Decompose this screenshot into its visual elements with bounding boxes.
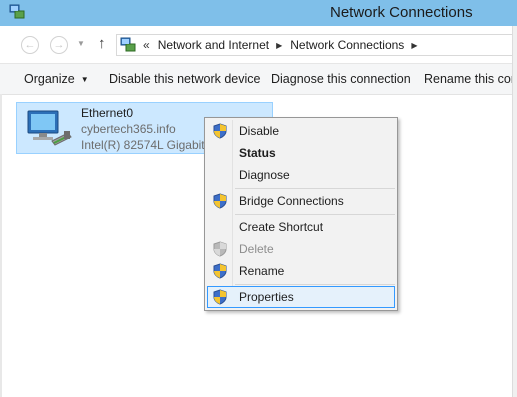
context-menu: Disable Status Diagnose Bridge Connectio…	[204, 117, 398, 311]
menu-item-create-shortcut[interactable]: Create Shortcut	[207, 216, 395, 238]
disable-device-button[interactable]: Disable this network device	[109, 72, 260, 86]
menu-item-rename[interactable]: Rename	[207, 260, 395, 282]
breadcrumb-network-and-internet[interactable]: Network and Internet	[158, 38, 269, 52]
menu-item-label: Disable	[239, 124, 280, 138]
up-arrow-icon[interactable]: ↑	[98, 35, 106, 52]
menu-item-label: Status	[239, 146, 276, 160]
menu-item-diagnose[interactable]: Diagnose	[207, 164, 395, 186]
ethernet-adapter-icon	[27, 110, 72, 146]
uac-shield-icon	[213, 123, 227, 139]
window-title: Network Connections	[330, 4, 473, 21]
menu-item-label: Properties	[239, 290, 294, 304]
forward-button[interactable]: →	[50, 36, 68, 54]
address-bar[interactable]: « Network and Internet ▶ Network Connect…	[116, 34, 516, 56]
adapter-device: Intel(R) 82574L Gigabit N	[81, 138, 217, 152]
vertical-scrollbar[interactable]	[512, 26, 517, 397]
menu-item-label: Create Shortcut	[239, 220, 324, 234]
recent-locations-chevron-down-icon[interactable]: ▼	[77, 39, 85, 48]
menu-item-status[interactable]: Status	[207, 142, 395, 164]
menu-item-label: Diagnose	[239, 168, 290, 182]
menu-item-properties[interactable]: Properties	[207, 286, 395, 308]
adapter-name: Ethernet0	[81, 106, 134, 120]
address-overflow-icon[interactable]: «	[143, 38, 150, 52]
adapter-network: cybertech365.info	[81, 122, 176, 136]
navigation-bar: ← → ▼ ↑ « Network and Internet ▶ Network…	[0, 26, 517, 64]
menu-item-bridge-connections[interactable]: Bridge Connections	[207, 190, 395, 212]
chevron-down-icon: ▼	[80, 75, 89, 84]
organize-label: Organize	[24, 72, 75, 86]
network-connections-icon	[9, 4, 25, 19]
command-toolbar: Organize ▼ Disable this network device Di…	[0, 64, 517, 95]
rename-connection-button[interactable]: Rename this conn	[424, 72, 517, 86]
menu-item-delete: Delete	[207, 238, 395, 260]
uac-shield-icon	[213, 193, 227, 209]
breadcrumb-separator-icon[interactable]: ▶	[411, 41, 417, 50]
uac-shield-icon	[213, 263, 227, 279]
back-arrow-icon: ←	[24, 39, 36, 51]
breadcrumb-separator-icon[interactable]: ▶	[276, 41, 282, 50]
menu-item-label: Bridge Connections	[239, 194, 344, 208]
diagnose-connection-button[interactable]: Diagnose this connection	[271, 72, 411, 86]
menu-separator	[235, 284, 395, 285]
menu-separator	[235, 214, 395, 215]
title-bar: Network Connections	[0, 0, 517, 26]
uac-shield-icon	[213, 289, 227, 305]
organize-button[interactable]: Organize ▼	[24, 72, 89, 86]
forward-arrow-icon: →	[53, 39, 65, 51]
menu-item-disable[interactable]: Disable	[207, 120, 395, 142]
menu-item-label: Rename	[239, 264, 285, 278]
breadcrumb-network-connections[interactable]: Network Connections	[290, 38, 404, 52]
control-panel-icon	[120, 37, 136, 52]
menu-separator	[235, 188, 395, 189]
window-border	[0, 94, 2, 397]
back-button[interactable]: ←	[21, 36, 39, 54]
uac-shield-icon	[213, 241, 227, 257]
menu-item-label: Delete	[239, 242, 274, 256]
